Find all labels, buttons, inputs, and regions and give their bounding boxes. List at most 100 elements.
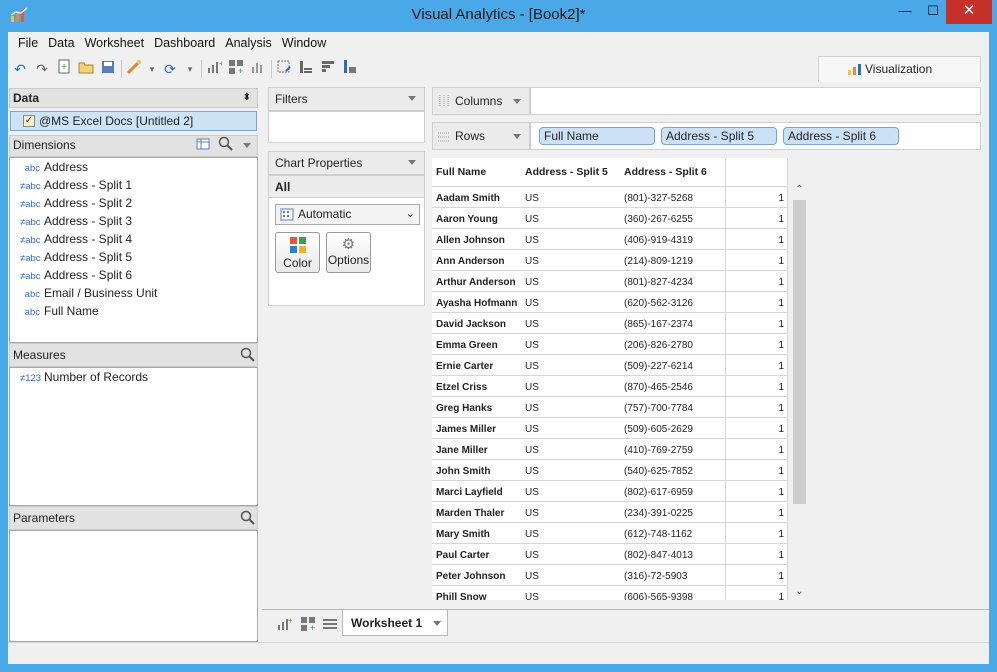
row-address-split-6-cell[interactable]: (206)-826-2780 — [620, 334, 726, 355]
row-address-split-6-cell[interactable]: (870)-465-2546 — [620, 376, 726, 397]
tab-worksheet-1[interactable]: Worksheet 1 — [342, 610, 448, 636]
sheet-tab-menu-icon[interactable] — [433, 621, 441, 626]
dimension-field-address-split-1[interactable]: ≠abc Address - Split 1 — [20, 176, 132, 194]
row-full-name-cell[interactable]: Emma Green — [432, 334, 521, 355]
row-full-name-cell[interactable]: Allen Johnson — [432, 229, 521, 250]
sort-updown-icon[interactable]: ⬍ — [243, 89, 251, 107]
row-address-split-5-cell[interactable]: US — [521, 565, 620, 586]
row-full-name-cell[interactable]: Paul Carter — [432, 544, 521, 565]
menu-window[interactable]: Window — [282, 36, 326, 50]
row-address-split-5-cell[interactable]: US — [521, 460, 620, 481]
row-full-name-cell[interactable]: Mary Smith — [432, 523, 521, 544]
header-full-name[interactable]: Full Name — [432, 158, 521, 186]
dimension-field-address[interactable]: abc Address — [20, 158, 88, 176]
title-bar[interactable]: Visual Analytics - [Book2]* — ☐ ✕ — [0, 0, 997, 32]
row-full-name-cell[interactable]: Phill Snow — [432, 586, 521, 600]
new-dashboard-tab-icon[interactable]: + — [300, 616, 316, 635]
rows-pill-full-name[interactable]: Full Name — [539, 127, 655, 145]
header-address-split-6[interactable]: Address - Split 6 — [620, 158, 726, 186]
row-address-split-6-cell[interactable]: (540)-625-7852 — [620, 460, 726, 481]
color-button[interactable]: Color — [275, 232, 320, 273]
columns-menu-icon[interactable] — [513, 99, 521, 104]
fit-icon[interactable] — [340, 59, 360, 79]
row-full-name-cell[interactable]: Marden Thaler — [432, 502, 521, 523]
row-address-split-5-cell[interactable]: US — [521, 439, 620, 460]
refresh-dropdown-icon[interactable]: ▾ — [180, 59, 200, 79]
row-address-split-5-cell[interactable]: US — [521, 376, 620, 397]
table-row[interactable]: Arthur Anderson US (801)-827-4234 1 — [432, 270, 788, 291]
row-address-split-5-cell[interactable]: US — [521, 397, 620, 418]
row-full-name-cell[interactable]: Etzel Criss — [432, 376, 521, 397]
row-full-name-cell[interactable]: Ann Anderson — [432, 250, 521, 271]
chart-properties-menu-icon[interactable] — [408, 160, 416, 165]
row-address-split-6-cell[interactable]: (214)-809-1219 — [620, 250, 726, 271]
table-view-icon[interactable] — [196, 137, 210, 156]
dimension-field-full-name[interactable]: abc Full Name — [20, 302, 99, 320]
row-number-of-records-cell[interactable]: 1 — [726, 271, 788, 292]
table-row[interactable]: Mary Smith US (612)-748-1162 1 — [432, 522, 788, 543]
row-address-split-5-cell[interactable]: US — [521, 355, 620, 376]
scroll-up-icon[interactable]: ⌃ — [791, 184, 808, 195]
row-full-name-cell[interactable]: Greg Hanks — [432, 397, 521, 418]
row-number-of-records-cell[interactable]: 1 — [726, 355, 788, 376]
sort-descending-icon[interactable] — [318, 59, 338, 79]
row-address-split-6-cell[interactable]: (606)-565-9398 — [620, 586, 726, 600]
all-marks-tab[interactable]: All — [269, 176, 424, 198]
open-icon[interactable] — [76, 59, 96, 79]
table-row[interactable]: Jane Miller US (410)-769-2759 1 — [432, 438, 788, 459]
datasource-item[interactable]: ✓ @MS Excel Docs [Untitled 2] — [10, 111, 257, 131]
table-row[interactable]: Marden Thaler US (234)-391-0225 1 — [432, 501, 788, 522]
maximize-button[interactable]: ☐ — [918, 0, 948, 24]
row-address-split-5-cell[interactable]: US — [521, 187, 620, 208]
row-address-split-5-cell[interactable]: US — [521, 481, 620, 502]
row-number-of-records-cell[interactable]: 1 — [726, 208, 788, 229]
row-address-split-6-cell[interactable]: (801)-327-5268 — [620, 187, 726, 208]
table-row[interactable]: Allen Johnson US (406)-919-4319 1 — [432, 228, 788, 249]
row-full-name-cell[interactable]: Peter Johnson — [432, 565, 521, 586]
new-worksheet-icon[interactable]: + — [204, 59, 224, 79]
row-full-name-cell[interactable]: Arthur Anderson — [432, 271, 521, 292]
filters-drop-area[interactable] — [268, 111, 425, 143]
table-row[interactable]: Aadam Smith US (801)-327-5268 1 — [432, 186, 788, 207]
auto-update-dropdown-icon[interactable]: ▾ — [142, 59, 162, 79]
row-address-split-5-cell[interactable]: US — [521, 250, 620, 271]
row-full-name-cell[interactable]: Aadam Smith — [432, 187, 521, 208]
table-row[interactable]: Ann Anderson US (214)-809-1219 1 — [432, 249, 788, 270]
row-address-split-6-cell[interactable]: (801)-827-4234 — [620, 271, 726, 292]
row-address-split-6-cell[interactable]: (612)-748-1162 — [620, 523, 726, 544]
clear-sheet-icon[interactable] — [274, 59, 294, 79]
row-full-name-cell[interactable]: John Smith — [432, 460, 521, 481]
rows-pill-address-split-5[interactable]: Address - Split 5 — [661, 127, 777, 145]
sort-ascending-icon[interactable] — [296, 59, 316, 79]
table-row[interactable]: Ernie Carter US (509)-227-6214 1 — [432, 354, 788, 375]
menu-dashboard[interactable]: Dashboard — [154, 36, 215, 50]
row-full-name-cell[interactable]: Ayasha Hofmann — [432, 292, 521, 313]
dimensions-menu-icon[interactable] — [243, 143, 251, 148]
scroll-thumb[interactable] — [793, 200, 806, 504]
row-address-split-5-cell[interactable]: US — [521, 208, 620, 229]
row-address-split-5-cell[interactable]: US — [521, 292, 620, 313]
row-address-split-5-cell[interactable]: US — [521, 271, 620, 292]
columns-shelf-label[interactable]: Columns — [432, 87, 530, 115]
dimension-field-address-split-3[interactable]: ≠abc Address - Split 3 — [20, 212, 132, 230]
options-button[interactable]: ⚙ Options — [326, 232, 371, 273]
row-address-split-6-cell[interactable]: (757)-700-7784 — [620, 397, 726, 418]
dimension-field-email[interactable]: abc Email / Business Unit — [20, 284, 158, 302]
dimension-field-address-split-4[interactable]: ≠abc Address - Split 4 — [20, 230, 132, 248]
row-number-of-records-cell[interactable]: 1 — [726, 544, 788, 565]
measure-field-number-of-records[interactable]: ≠123 Number of Records — [20, 368, 148, 386]
rows-shelf[interactable]: Full Name Address - Split 5 Address - Sp… — [530, 122, 981, 150]
search-icon[interactable] — [218, 136, 234, 157]
table-row[interactable]: David Jackson US (865)-167-2374 1 — [432, 312, 788, 333]
table-row[interactable]: Peter Johnson US (316)-72-5903 1 — [432, 564, 788, 585]
row-address-split-6-cell[interactable]: (234)-391-0225 — [620, 502, 726, 523]
row-number-of-records-cell[interactable]: 1 — [726, 250, 788, 271]
row-number-of-records-cell[interactable]: 1 — [726, 334, 788, 355]
rows-shelf-label[interactable]: Rows — [432, 122, 530, 150]
table-row[interactable]: John Smith US (540)-625-7852 1 — [432, 459, 788, 480]
row-number-of-records-cell[interactable]: 1 — [726, 397, 788, 418]
menu-analysis[interactable]: Analysis — [225, 36, 272, 50]
row-full-name-cell[interactable]: Ernie Carter — [432, 355, 521, 376]
row-number-of-records-cell[interactable]: 1 — [726, 565, 788, 586]
row-full-name-cell[interactable]: Aaron Young — [432, 208, 521, 229]
